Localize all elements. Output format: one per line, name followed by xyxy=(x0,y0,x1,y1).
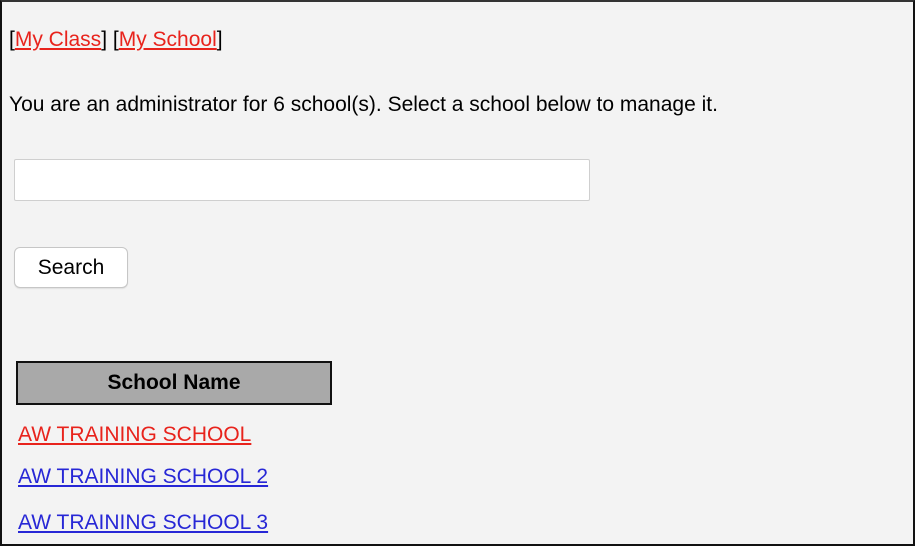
table-row: AW TRAINING SCHOOL 3 xyxy=(18,500,268,544)
table-row: AW TRAINING SCHOOL xyxy=(18,415,268,454)
school-name-column-header[interactable]: School Name xyxy=(16,361,332,405)
school-link-2[interactable]: AW TRAINING SCHOOL 2 xyxy=(18,465,268,488)
nav-bracket-close: ] xyxy=(216,28,223,51)
nav-bracket-separator: ] [ xyxy=(101,28,119,51)
school-table: School Name xyxy=(16,361,332,405)
school-link-1[interactable]: AW TRAINING SCHOOL xyxy=(18,423,251,446)
school-list: AW TRAINING SCHOOL AW TRAINING SCHOOL 2 … xyxy=(18,415,268,544)
top-nav: [My Class] [My School] xyxy=(9,26,223,54)
school-link-3[interactable]: AW TRAINING SCHOOL 3 xyxy=(18,511,268,534)
admin-intro-text: You are an administrator for 6 school(s)… xyxy=(9,93,718,116)
search-button[interactable]: Search xyxy=(14,247,128,288)
page-frame: [My Class] [My School] You are an admini… xyxy=(0,0,915,546)
school-search-input[interactable] xyxy=(14,159,590,201)
my-school-link[interactable]: My School xyxy=(119,28,217,51)
my-class-link[interactable]: My Class xyxy=(15,28,101,51)
table-row: AW TRAINING SCHOOL 2 xyxy=(18,454,268,500)
